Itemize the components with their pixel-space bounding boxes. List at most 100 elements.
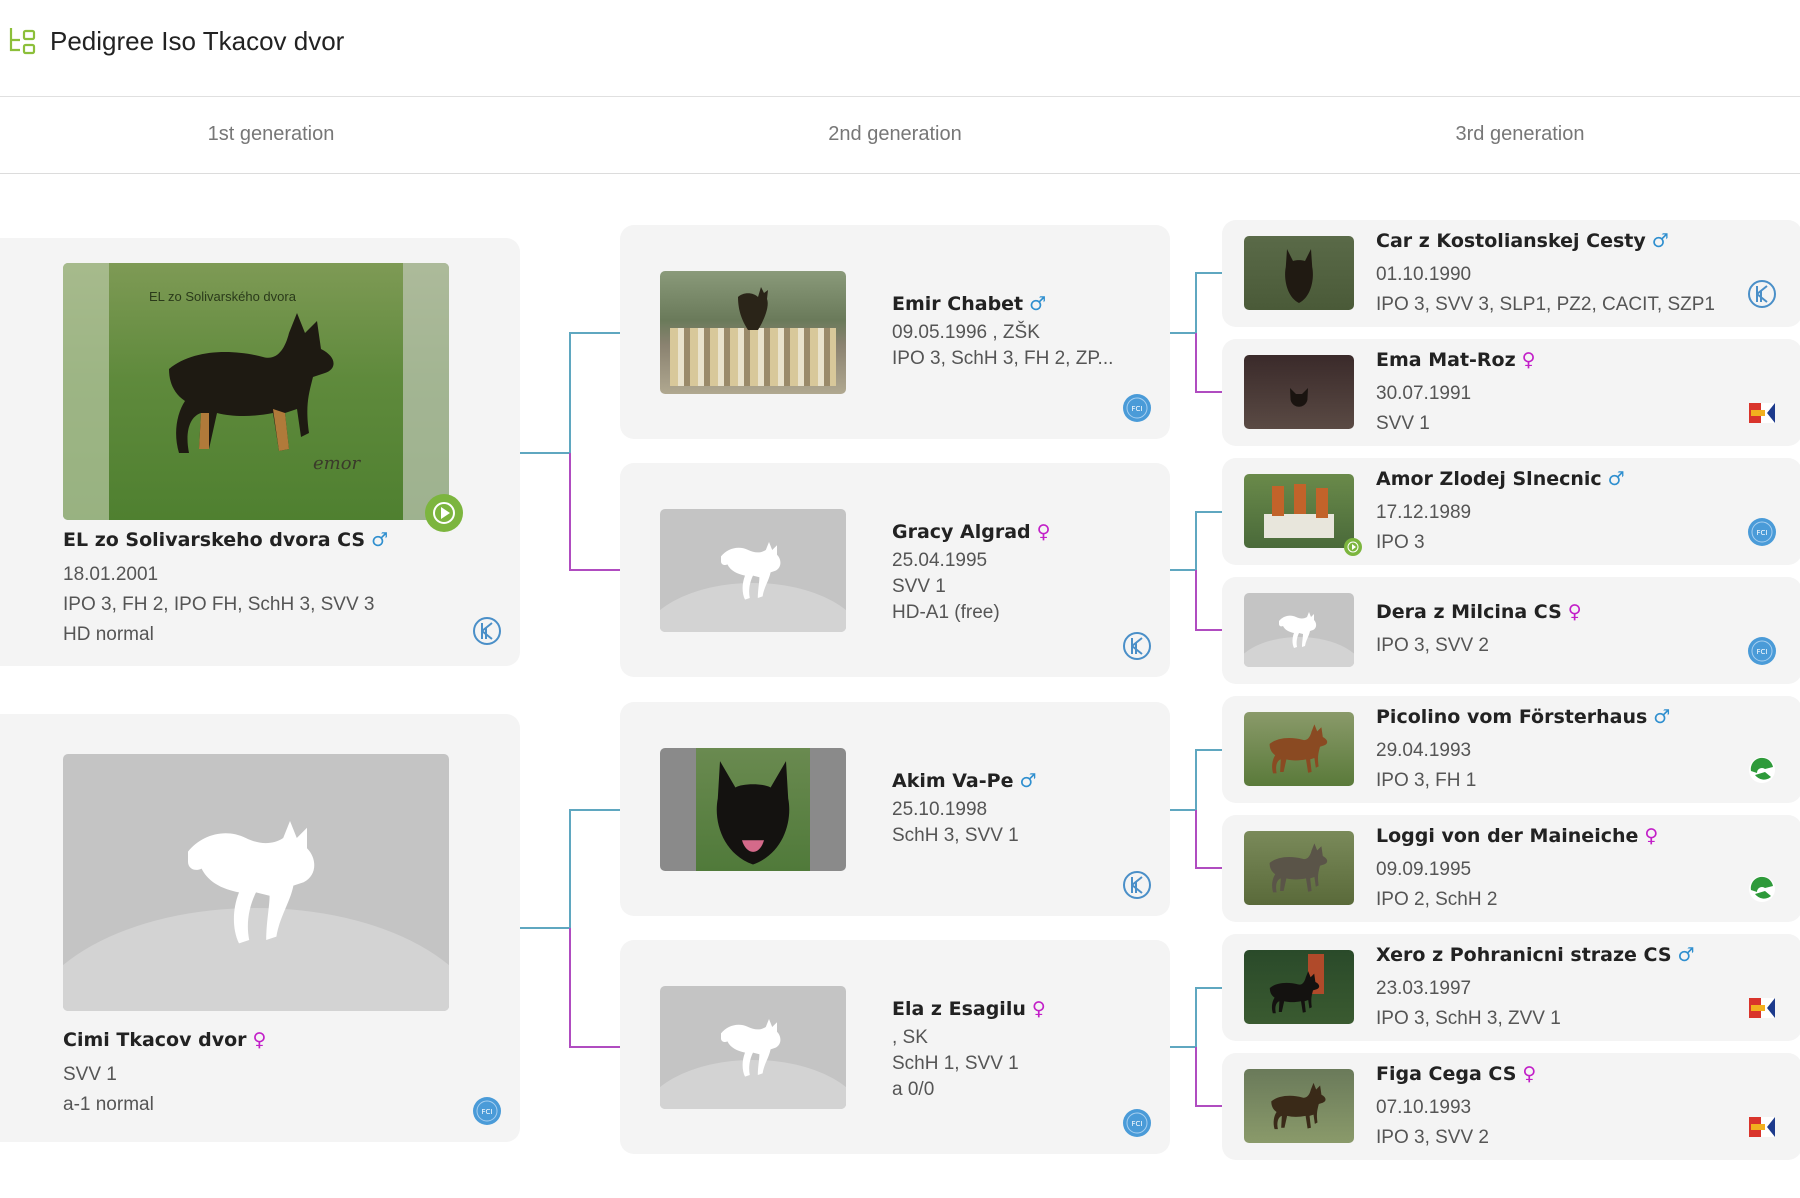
pedigree-card-3-3[interactable]: Amor Zlodej Slnecnic ♂ 17.12.1989 IPO 3 (1222, 458, 1800, 565)
dog-info: 30.07.1991 SVV 1 (1376, 379, 1471, 439)
dog-info: 25.04.1995 SVV 1 HD-A1 (free) (892, 548, 1000, 626)
dog-name[interactable]: Xero z Pohranicni straze CS ♂ (1376, 944, 1695, 966)
titles: IPO 3, FH 1 (1376, 770, 1477, 791)
dog-name-link[interactable]: Gracy Algrad (892, 521, 1031, 543)
dog-photo[interactable]: EL zo Solivarského dvora emor (63, 263, 449, 520)
dog-name-link[interactable]: Cimi Tkacov dvor (63, 1029, 247, 1051)
pedigree-card-3-8[interactable]: Figa Cega CS ♀ 07.10.1993 IPO 3, SVV 2 (1222, 1053, 1800, 1160)
dog-silhouette-icon (1269, 843, 1328, 893)
play-video-button[interactable] (425, 494, 463, 532)
kennel-logo-icon (1122, 631, 1152, 661)
dog-name[interactable]: Figa Cega CS ♀ (1376, 1063, 1536, 1085)
dog-name-link[interactable]: Car z Kostolianskej Cesty (1376, 230, 1646, 252)
pedigree-card-3-1[interactable]: Car z Kostolianskej Cesty ♂ 01.10.1990 IP… (1222, 220, 1800, 327)
dog-name-link[interactable]: Akim Va-Pe (892, 770, 1013, 792)
pedigree-card-dam[interactable]: Cimi Tkacov dvor ♀ SVV 1 a-1 normal (0, 714, 520, 1142)
dog-info: 29.04.1993 IPO 3, FH 1 (1376, 736, 1476, 796)
dog-photo[interactable] (1244, 950, 1354, 1024)
dog-silhouette-icon (738, 287, 768, 330)
generation-label-2: 2nd generation (828, 123, 962, 145)
pedigree-card-sire[interactable]: EL zo Solivarského dvora emor EL zo Soli… (0, 238, 520, 666)
pedigree-card-3-4[interactable]: Dera z Milcina CS ♀ IPO 3, SVV 2 (1222, 577, 1800, 684)
dog-name[interactable]: Cimi Tkacov dvor ♀ (63, 1029, 266, 1051)
titles: IPO 3, SchH 3, FH 2, ZP... (892, 348, 1114, 369)
dog-placeholder-icon (713, 1003, 793, 1083)
cmkp-flag-icon (1747, 993, 1777, 1023)
fci-logo-icon (1747, 636, 1777, 666)
dog-name[interactable]: Akim Va-Pe ♂ (892, 770, 1037, 792)
dog-name[interactable]: Amor Zlodej Slnecnic ♂ (1376, 468, 1625, 490)
dog-photo[interactable] (1244, 236, 1354, 310)
pedigree-card-3-6[interactable]: Loggi von der Maineiche ♀ 09.09.1995 IPO … (1222, 815, 1800, 922)
dog-name[interactable]: Picolino vom Försterhaus ♂ (1376, 706, 1670, 728)
dog-name-link[interactable]: Xero z Pohranicni straze CS (1376, 944, 1672, 966)
dog-name[interactable]: Dera z Milcina CS ♀ (1376, 601, 1582, 623)
dog-info: 07.10.1993 IPO 3, SVV 2 (1376, 1093, 1489, 1153)
dog-name[interactable]: Ema Mat-Roz ♀ (1376, 349, 1536, 371)
dog-name-link[interactable]: Ela z Esagilu (892, 998, 1026, 1020)
cmkp-flag-icon (1747, 1112, 1777, 1142)
pedigree-card-2-1[interactable]: Emir Chabet ♂ 09.05.1996 , ZŠK IPO 3, Sch… (620, 225, 1170, 439)
dog-name-link[interactable]: EL zo Solivarskeho dvora CS (63, 529, 365, 551)
dog-photo[interactable] (1244, 474, 1354, 548)
dog-silhouette-icon (1269, 971, 1320, 1014)
cmkp-flag-icon (1747, 398, 1777, 428)
dog-name-link[interactable]: Picolino vom Försterhaus (1376, 706, 1647, 728)
birth-date: 09.09.1995 (1376, 859, 1472, 880)
titles: IPO 3, FH 2, IPO FH, SchH 3, SVV 3 (63, 594, 375, 615)
pedigree-card-2-2[interactable]: Gracy Algrad ♀ 25.04.1995 SVV 1 HD-A1 (fr… (620, 463, 1170, 677)
birth-date: 01.10.1990 (1376, 264, 1472, 285)
female-icon: ♀ (1031, 998, 1046, 1020)
header-bar: Pedigree Iso Tkacov dvor (0, 0, 1800, 97)
female-icon: ♀ (1521, 349, 1536, 371)
dog-name-link[interactable]: Dera z Milcina CS (1376, 601, 1562, 623)
dog-photo-placeholder (660, 986, 846, 1109)
male-icon: ♂ (1651, 230, 1669, 252)
pedigree-card-3-7[interactable]: Xero z Pohranicni straze CS ♂ 23.03.1997 … (1222, 934, 1800, 1041)
pedigree-card-3-2[interactable]: Ema Mat-Roz ♀ 30.07.1991 SVV 1 (1222, 339, 1800, 446)
dog-photo[interactable] (660, 748, 846, 871)
fci-logo-icon (472, 1096, 502, 1126)
dog-info: 25.10.1998 SchH 3, SVV 1 (892, 797, 1019, 849)
titles: IPO 3, SchH 3, ZVV 1 (1376, 1008, 1561, 1029)
birth-date: 25.10.1998 (892, 799, 988, 820)
dog-name[interactable]: Car z Kostolianskej Cesty ♂ (1376, 230, 1669, 252)
dog-photo[interactable] (660, 271, 846, 394)
pedigree-card-3-5[interactable]: Picolino vom Försterhaus ♂ 29.04.1993 IPO… (1222, 696, 1800, 803)
dog-placeholder-icon (171, 787, 341, 957)
dog-info: 09.09.1995 IPO 2, SchH 2 (1376, 855, 1497, 915)
birth-date: 17.12.1989 (1376, 502, 1472, 523)
pedigree-card-2-4[interactable]: Ela z Esagilu ♀ , SK SchH 1, SVV 1 a 0/0 (620, 940, 1170, 1154)
dog-name-link[interactable]: Figa Cega CS (1376, 1063, 1516, 1085)
play-video-button[interactable] (1344, 538, 1362, 556)
dog-name[interactable]: Ela z Esagilu ♀ (892, 998, 1046, 1020)
titles: SchH 3, SVV 1 (892, 825, 1019, 846)
dog-silhouette-icon (1290, 388, 1308, 407)
male-icon: ♂ (1653, 706, 1671, 728)
dog-photo[interactable] (1244, 1069, 1354, 1143)
health: HD normal (63, 624, 154, 645)
birth-date: 25.04.1995 (892, 550, 988, 571)
dog-info: 17.12.1989 IPO 3 (1376, 498, 1471, 558)
dog-silhouette-icon (1271, 1082, 1326, 1130)
dog-name[interactable]: Loggi von der Maineiche ♀ (1376, 825, 1658, 847)
dog-name-link[interactable]: Emir Chabet (892, 293, 1023, 315)
dog-photo[interactable] (1244, 831, 1354, 905)
dog-photo-placeholder (63, 754, 449, 1011)
dog-name-link[interactable]: Ema Mat-Roz (1376, 349, 1516, 371)
generation-header: 1st generation 2nd generation 3rd genera… (0, 97, 1800, 174)
dog-name-link[interactable]: Amor Zlodej Slnecnic (1376, 468, 1602, 490)
titles: IPO 3, SVV 2 (1376, 635, 1489, 656)
pedigree-card-2-3[interactable]: Akim Va-Pe ♂ 25.10.1998 SchH 3, SVV 1 (620, 702, 1170, 916)
dog-photo-placeholder (1244, 593, 1354, 667)
dog-silhouette-icon (716, 761, 790, 865)
dog-name[interactable]: Gracy Algrad ♀ (892, 521, 1051, 543)
male-icon: ♂ (1677, 944, 1695, 966)
titles: SVV 1 (63, 1064, 117, 1085)
dog-photo[interactable] (1244, 712, 1354, 786)
male-icon: ♂ (1607, 468, 1625, 490)
dog-name[interactable]: Emir Chabet ♂ (892, 293, 1046, 315)
dog-name-link[interactable]: Loggi von der Maineiche (1376, 825, 1638, 847)
dog-photo[interactable] (1244, 355, 1354, 429)
dog-name[interactable]: EL zo Solivarskeho dvora CS ♂ (63, 529, 388, 551)
